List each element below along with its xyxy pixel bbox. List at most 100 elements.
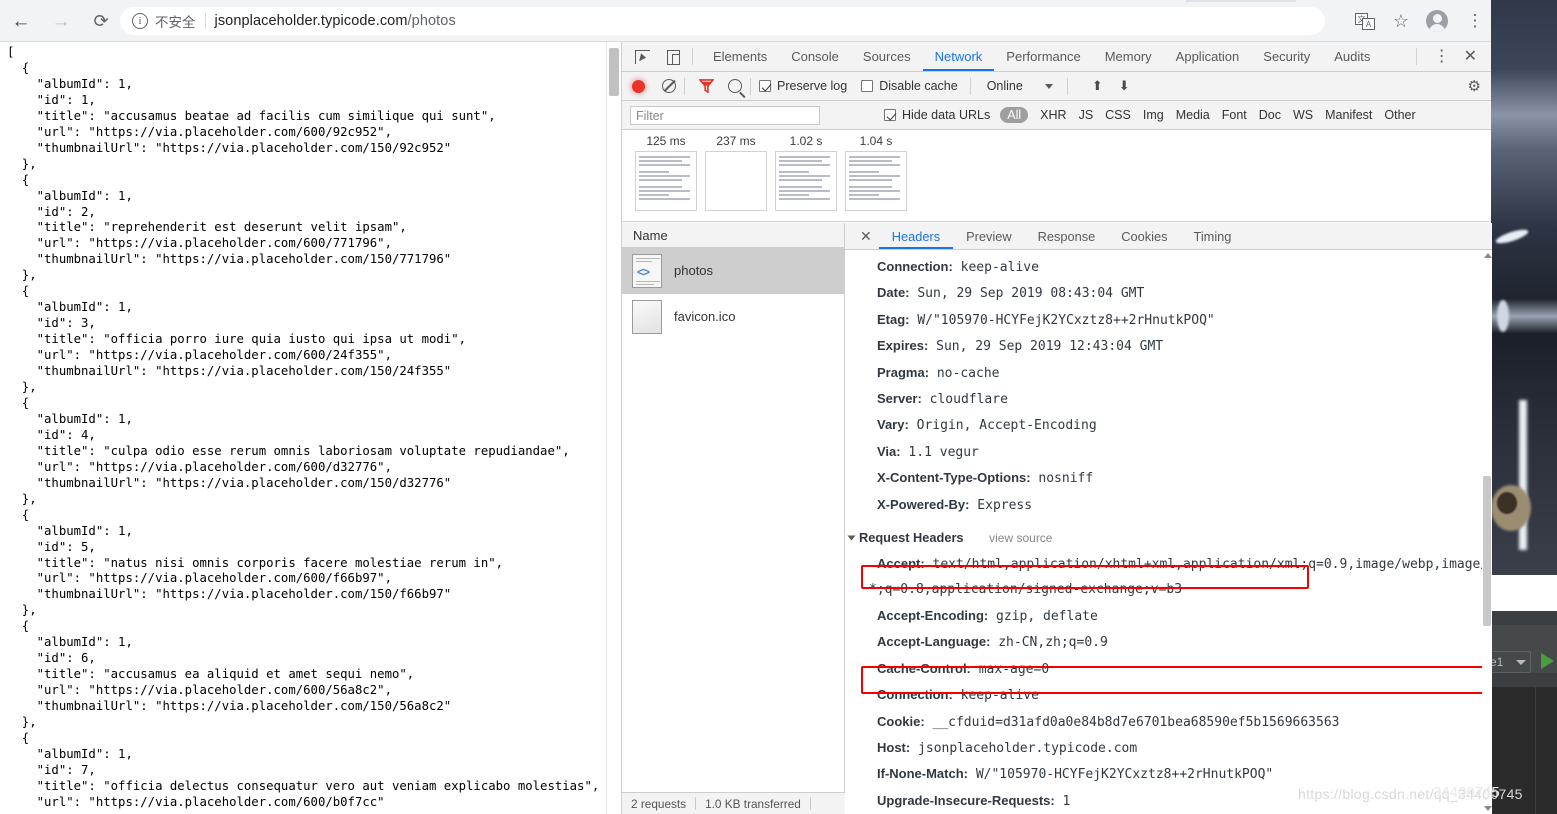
browser-menu-icon[interactable]: ⋮ xyxy=(1462,10,1488,34)
header-value-continuation: *;q=0.8,application/signed-exchange;v=b3 xyxy=(869,582,1183,598)
translate-icon[interactable]: 文A xyxy=(1355,10,1381,34)
page-scrollbar-thumb[interactable] xyxy=(609,48,619,96)
table-row[interactable]: favicon.ico xyxy=(622,294,844,340)
hide-data-urls-checkbox[interactable] xyxy=(884,109,896,121)
import-har-icon[interactable]: ⬆ xyxy=(1092,78,1103,94)
filter-type-xhr[interactable]: XHR xyxy=(1040,108,1066,122)
back-icon[interactable]: ← xyxy=(8,9,34,35)
filmstrip-frame[interactable]: 125 ms xyxy=(632,134,700,221)
address-bar[interactable]: i 不安全 jsonplaceholder.typicode.com/photo… xyxy=(120,7,1325,35)
tab-response[interactable]: Response xyxy=(1025,223,1109,249)
tab-headers[interactable]: Headers xyxy=(878,223,954,249)
clear-icon[interactable] xyxy=(662,79,676,93)
inspect-element-icon[interactable] xyxy=(631,46,653,68)
filter-type-manifest[interactable]: Manifest xyxy=(1325,108,1372,122)
scroll-up-arrow-icon[interactable] xyxy=(1484,253,1492,258)
details-scrollbar-thumb[interactable] xyxy=(1483,476,1491,626)
throttling-select[interactable]: Online xyxy=(987,79,1023,93)
tab-performance[interactable]: Performance xyxy=(994,42,1092,71)
tab-timing[interactable]: Timing xyxy=(1180,223,1244,249)
gear-icon[interactable]: ⚙ xyxy=(1468,77,1481,95)
filter-type-font[interactable]: Font xyxy=(1222,108,1247,122)
close-icon[interactable]: ✕ xyxy=(1459,47,1482,67)
tab-sources[interactable]: Sources xyxy=(851,42,923,71)
filter-type-img[interactable]: Img xyxy=(1143,108,1164,122)
request-name: favicon.ico xyxy=(674,309,736,324)
ide-config-dropdown[interactable]: e1 xyxy=(1491,651,1531,673)
hide-data-urls-label[interactable]: Hide data URLs xyxy=(902,108,990,122)
disable-cache-checkbox[interactable] xyxy=(861,80,874,92)
disable-cache-label[interactable]: Disable cache xyxy=(879,79,958,93)
devtools-menu-icon[interactable]: ⋮ xyxy=(1425,47,1459,67)
header-key: Via: xyxy=(877,443,901,459)
filter-type-js[interactable]: JS xyxy=(1079,108,1094,122)
tab-cookies[interactable]: Cookies xyxy=(1108,223,1180,249)
record-button[interactable] xyxy=(632,79,645,93)
request-headers-section-title[interactable]: Request Headers view source xyxy=(845,525,1492,551)
filter-type-doc[interactable]: Doc xyxy=(1259,108,1281,122)
header-row: Cache-Control: max-age=0 xyxy=(845,656,1492,682)
scroll-down-arrow-icon[interactable] xyxy=(1484,806,1492,811)
request-name: photos xyxy=(674,263,714,278)
device-toolbar-icon[interactable] xyxy=(662,46,684,68)
info-icon[interactable]: i xyxy=(132,13,148,29)
header-key: Accept-Encoding: xyxy=(877,607,989,623)
tab-audits[interactable]: Audits xyxy=(1322,42,1382,71)
filmstrip-frame[interactable]: 237 ms xyxy=(702,134,770,221)
filter-type-css[interactable]: CSS xyxy=(1105,108,1131,122)
filter-placeholder: Filter xyxy=(636,108,664,123)
close-icon[interactable]: ✕ xyxy=(853,228,879,245)
browser-toolbar: ← → ⟳ i 不安全 jsonplaceholder.typicode.com… xyxy=(0,0,1491,42)
run-triangle-icon[interactable] xyxy=(1541,653,1554,669)
filmstrip-thumbnail[interactable] xyxy=(705,151,767,211)
tab-security[interactable]: Security xyxy=(1251,42,1322,71)
filter-type-ws[interactable]: WS xyxy=(1293,108,1313,122)
tab-console[interactable]: Console xyxy=(779,42,851,71)
filter-type-other[interactable]: Other xyxy=(1384,108,1415,122)
background-white-gap xyxy=(1491,575,1557,611)
url-text: jsonplaceholder.typicode.com/photos xyxy=(215,13,456,29)
reload-icon[interactable]: ⟳ xyxy=(88,9,114,35)
request-list: Name <> photos favicon.ico 2 requests 1.… xyxy=(622,223,845,814)
table-row[interactable]: <> photos xyxy=(622,248,844,294)
tab-preview[interactable]: Preview xyxy=(953,223,1025,249)
header-key: Connection: xyxy=(877,687,953,703)
tab-memory[interactable]: Memory xyxy=(1093,42,1164,71)
header-key: Expires: xyxy=(877,338,929,354)
header-row: X-Content-Type-Options: nosniff xyxy=(845,465,1492,491)
bookmark-star-icon[interactable]: ☆ xyxy=(1388,10,1414,34)
filmstrip-frame[interactable]: 1.02 s xyxy=(772,134,840,221)
filter-funnel-icon[interactable] xyxy=(699,79,714,93)
filter-type-all[interactable]: All xyxy=(1000,107,1029,123)
browser-tab-stub[interactable] xyxy=(1186,0,1296,2)
export-har-icon[interactable]: ⬇ xyxy=(1119,78,1130,94)
view-source-link[interactable]: view source xyxy=(989,531,1052,545)
header-key: Cache-Control: xyxy=(877,660,971,676)
search-icon[interactable] xyxy=(728,79,742,93)
header-value: Origin, Accept-Encoding xyxy=(908,418,1097,434)
forward-icon[interactable]: → xyxy=(48,9,74,35)
tabbar-divider xyxy=(692,48,693,65)
preserve-log-label[interactable]: Preserve log xyxy=(777,79,847,93)
details-scrollbar[interactable] xyxy=(1482,250,1492,814)
filmstrip-frame[interactable]: 1.04 s xyxy=(842,134,910,221)
header-value: Sun, 29 Sep 2019 08:43:04 GMT xyxy=(909,286,1145,302)
filmstrip-thumbnail[interactable] xyxy=(775,151,837,211)
filter-type-media[interactable]: Media xyxy=(1176,108,1210,122)
header-value: keep-alive xyxy=(952,688,1039,704)
header-value: W/"105970-HCYFejK2YCxztz8++2rHnutkPOQ" xyxy=(909,312,1215,328)
avatar[interactable] xyxy=(1426,10,1452,34)
preserve-log-checkbox[interactable] xyxy=(759,80,771,92)
filmstrip-thumbnail[interactable] xyxy=(845,151,907,211)
chevron-down-icon[interactable] xyxy=(1044,83,1053,89)
document-code-icon: <> xyxy=(632,253,662,288)
filmstrip-thumbnail[interactable] xyxy=(635,151,697,211)
tab-application[interactable]: Application xyxy=(1164,42,1252,71)
request-list-header[interactable]: Name xyxy=(622,223,844,248)
toolbar-divider-2 xyxy=(750,77,751,95)
tab-network[interactable]: Network xyxy=(922,42,995,71)
chevron-down-icon xyxy=(1516,660,1526,665)
tab-elements[interactable]: Elements xyxy=(701,42,779,71)
page-scrollbar[interactable] xyxy=(606,42,620,814)
filter-input[interactable]: Filter xyxy=(630,105,820,125)
